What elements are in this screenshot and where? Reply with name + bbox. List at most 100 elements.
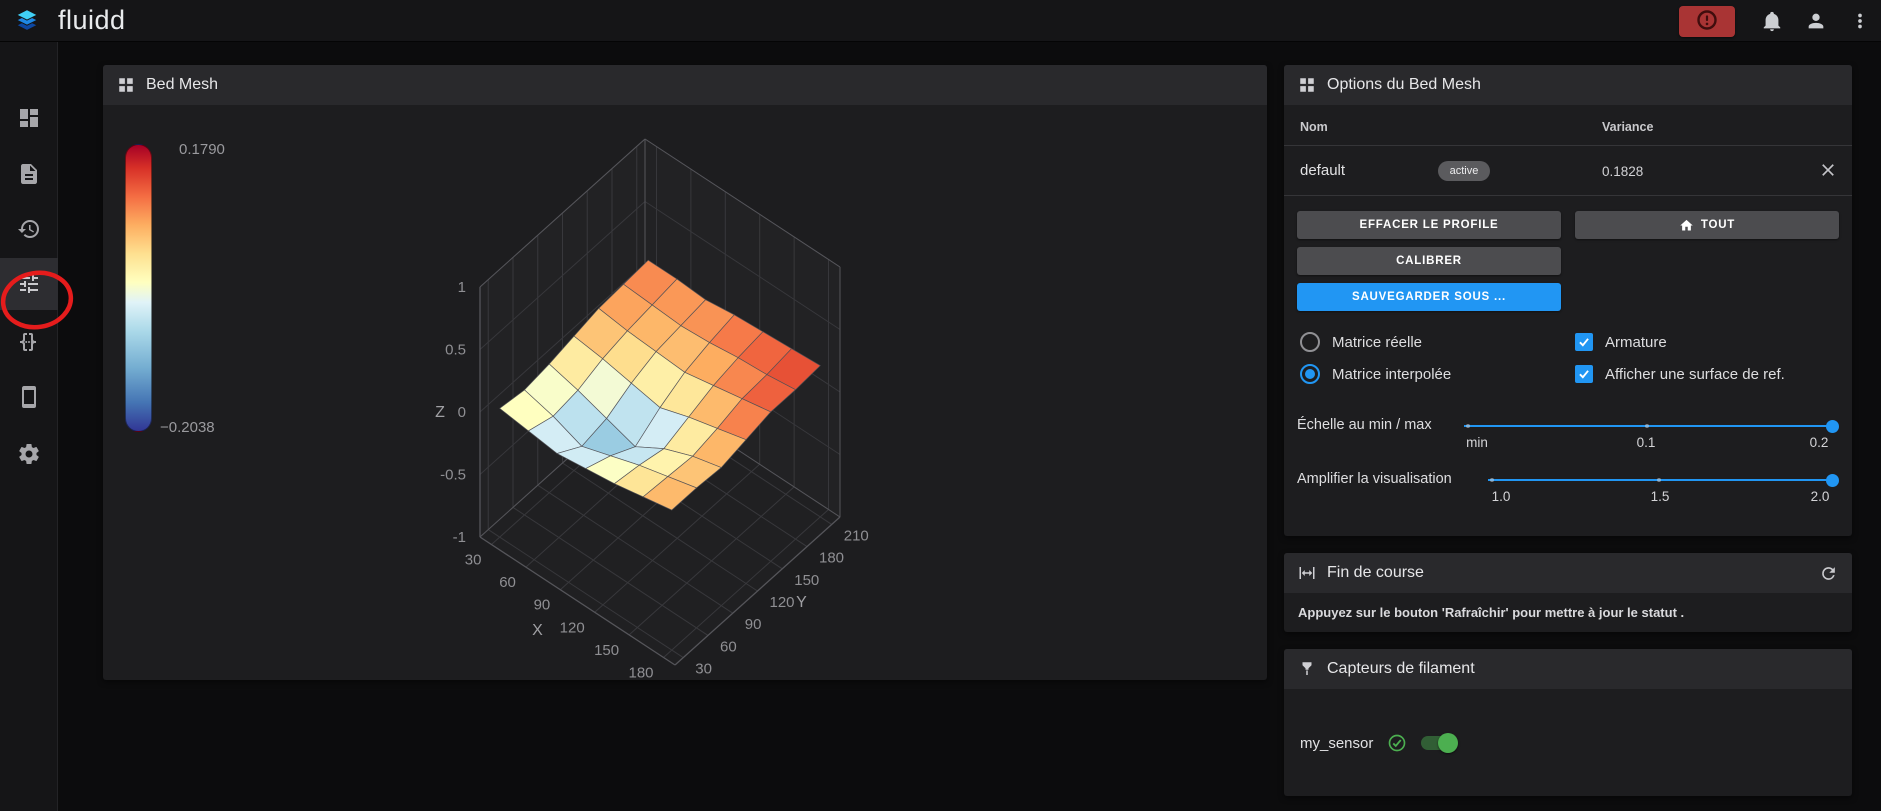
svg-text:120: 120 [770,594,795,611]
radio-button-icon[interactable] [1300,364,1320,384]
app-title: fluidd [58,5,126,35]
svg-text:60: 60 [720,638,737,655]
column-header-variance: Variance [1602,120,1654,134]
endstop-panel-header: Fin de course [1284,553,1852,593]
svg-text:1: 1 [458,279,466,296]
svg-text:0: 0 [458,404,466,421]
bed-mesh-panel-title: Bed Mesh [146,76,219,93]
grid-icon [117,76,135,94]
close-x-icon[interactable] [1818,160,1838,180]
amplify-slider-label: Amplifier la visualisation [1297,471,1452,487]
filament-panel-body: my_sensor [1284,689,1852,796]
endstop-message: Appuyez sur le bouton 'Rafraîchir' pour … [1298,605,1685,620]
filament-sensor-icon [1298,660,1316,678]
bed-mesh-3d-plot[interactable]: 306090120150180 30609012015018021010.50-0… [103,105,1267,680]
options-panel-body: Nom Variance default active 0.1828 EFFAC… [1284,105,1852,536]
svg-text:Z: Z [435,404,445,421]
home-all-button[interactable]: TOUT [1575,211,1839,239]
device-icon [17,385,41,409]
save-as-button[interactable]: SAUVEGARDER SOUS ... [1297,283,1561,311]
svg-text:90: 90 [745,616,762,633]
svg-text:X: X [532,622,543,639]
emergency-stop-icon [1695,8,1719,35]
sidebar-item-tune[interactable] [0,258,58,310]
endstop-panel-title: Fin de course [1327,564,1424,581]
svg-text:Y: Y [796,594,807,611]
bed-mesh-colorbar [125,144,152,432]
svg-text:0.5: 0.5 [445,342,466,359]
code-braces-icon [17,330,41,354]
checkbox-armature[interactable]: Armature [1575,332,1667,352]
bed-mesh-options-panel: Options du Bed Mesh Nom Variance default… [1284,65,1852,536]
filament-panel-header: Capteurs de filament [1284,649,1852,689]
overflow-menu-icon[interactable] [1849,10,1871,32]
gear-icon [17,442,41,466]
fluidd-app: fluidd Bed Mesh 30 60 90 120 150 180 30 … [0,0,1881,811]
sidebar-item-settings [0,428,58,480]
clear-profile-button[interactable]: EFFACER LE PROFILE [1297,211,1561,239]
amplify-slider-ticks: 1.0 1.5 2.0 [1491,489,1830,504]
tune-sliders-icon [17,272,41,296]
refresh-icon[interactable] [1819,564,1838,583]
svg-text:210: 210 [844,527,869,544]
colorbar-max-label: 0.1790 [179,141,225,158]
options-panel-title: Options du Bed Mesh [1327,76,1481,93]
svg-text:-1: -1 [453,529,466,546]
colorbar-min-label: −0.2038 [160,419,215,436]
svg-text:180: 180 [628,664,653,680]
sidebar-item-configure[interactable] [0,316,58,368]
svg-text:150: 150 [794,572,819,589]
bed-mesh-panel-body: 30 60 90 120 150 180 30 60 90 120 150 180 210 1 0.5 0 -0… [103,105,1267,680]
scale-min-max-slider[interactable] [1464,419,1839,433]
file-document-icon [17,162,41,186]
slider-thumb[interactable] [1826,419,1839,433]
home-icon [1679,218,1694,233]
svg-text:30: 30 [465,552,482,569]
endstop-icon [1298,564,1316,582]
radio-matrice-interpolee[interactable]: Matrice interpolée [1300,364,1451,384]
calibrate-button[interactable]: CALIBRER [1297,247,1561,275]
sidebar-item-system[interactable] [0,371,58,423]
user-account-icon[interactable] [1805,10,1827,32]
filament-panel-title: Capteurs de filament [1327,660,1475,677]
checkbox-icon[interactable] [1575,365,1593,383]
radio-button-icon[interactable] [1300,332,1320,352]
profile-table-row[interactable]: default active 0.1828 [1284,146,1852,196]
slider-thumb[interactable] [1826,473,1839,487]
svg-text:120: 120 [560,619,585,636]
topbar-actions [1679,0,1881,42]
scale-slider-label: Échelle au min / max [1297,417,1432,433]
sidebar-item-history[interactable] [0,203,58,255]
history-icon [17,217,41,241]
sidebar-item-dashboard[interactable] [0,92,58,144]
endstop-panel: Fin de course Appuyez sur le bouton 'Raf… [1284,553,1852,632]
profiles-table-header: Nom Variance [1284,105,1852,146]
profile-variance: 0.1828 [1602,164,1644,179]
grid-icon [1298,76,1316,94]
emergency-stop-button[interactable] [1679,5,1735,37]
bed-mesh-panel-header: Bed Mesh [103,65,1267,105]
radio-matrice-reelle[interactable]: Matrice réelle [1300,332,1422,352]
svg-text:-0.5: -0.5 [440,467,466,484]
amplify-slider[interactable] [1488,473,1839,487]
svg-text:90: 90 [534,597,551,614]
column-header-name: Nom [1300,120,1328,134]
bed-mesh-panel: Bed Mesh 30 60 90 120 150 180 30 60 90 120 150 180 2… [103,65,1267,680]
top-bar: fluidd [0,0,1881,42]
notifications-bell-icon[interactable] [1761,10,1783,32]
profile-name: default [1300,162,1346,179]
check-circle-icon [1387,733,1407,753]
svg-text:30: 30 [695,661,712,678]
svg-text:150: 150 [594,642,619,659]
dashboard-icon [17,106,41,130]
endstop-panel-body: Appuyez sur le bouton 'Rafraîchir' pour … [1284,593,1852,632]
sensor-toggle[interactable] [1421,733,1459,753]
scale-slider-ticks: min 0.1 0.2 [1466,435,1829,450]
checkbox-surface-ref[interactable]: Afficher une surface de ref. [1575,364,1785,384]
fluidd-logo[interactable] [12,6,42,36]
checkbox-icon[interactable] [1575,333,1593,351]
svg-text:180: 180 [819,550,844,567]
filament-sensors-panel: Capteurs de filament my_sensor [1284,649,1852,796]
active-badge: active [1438,161,1490,181]
sidebar-item-jobs[interactable] [0,148,58,200]
